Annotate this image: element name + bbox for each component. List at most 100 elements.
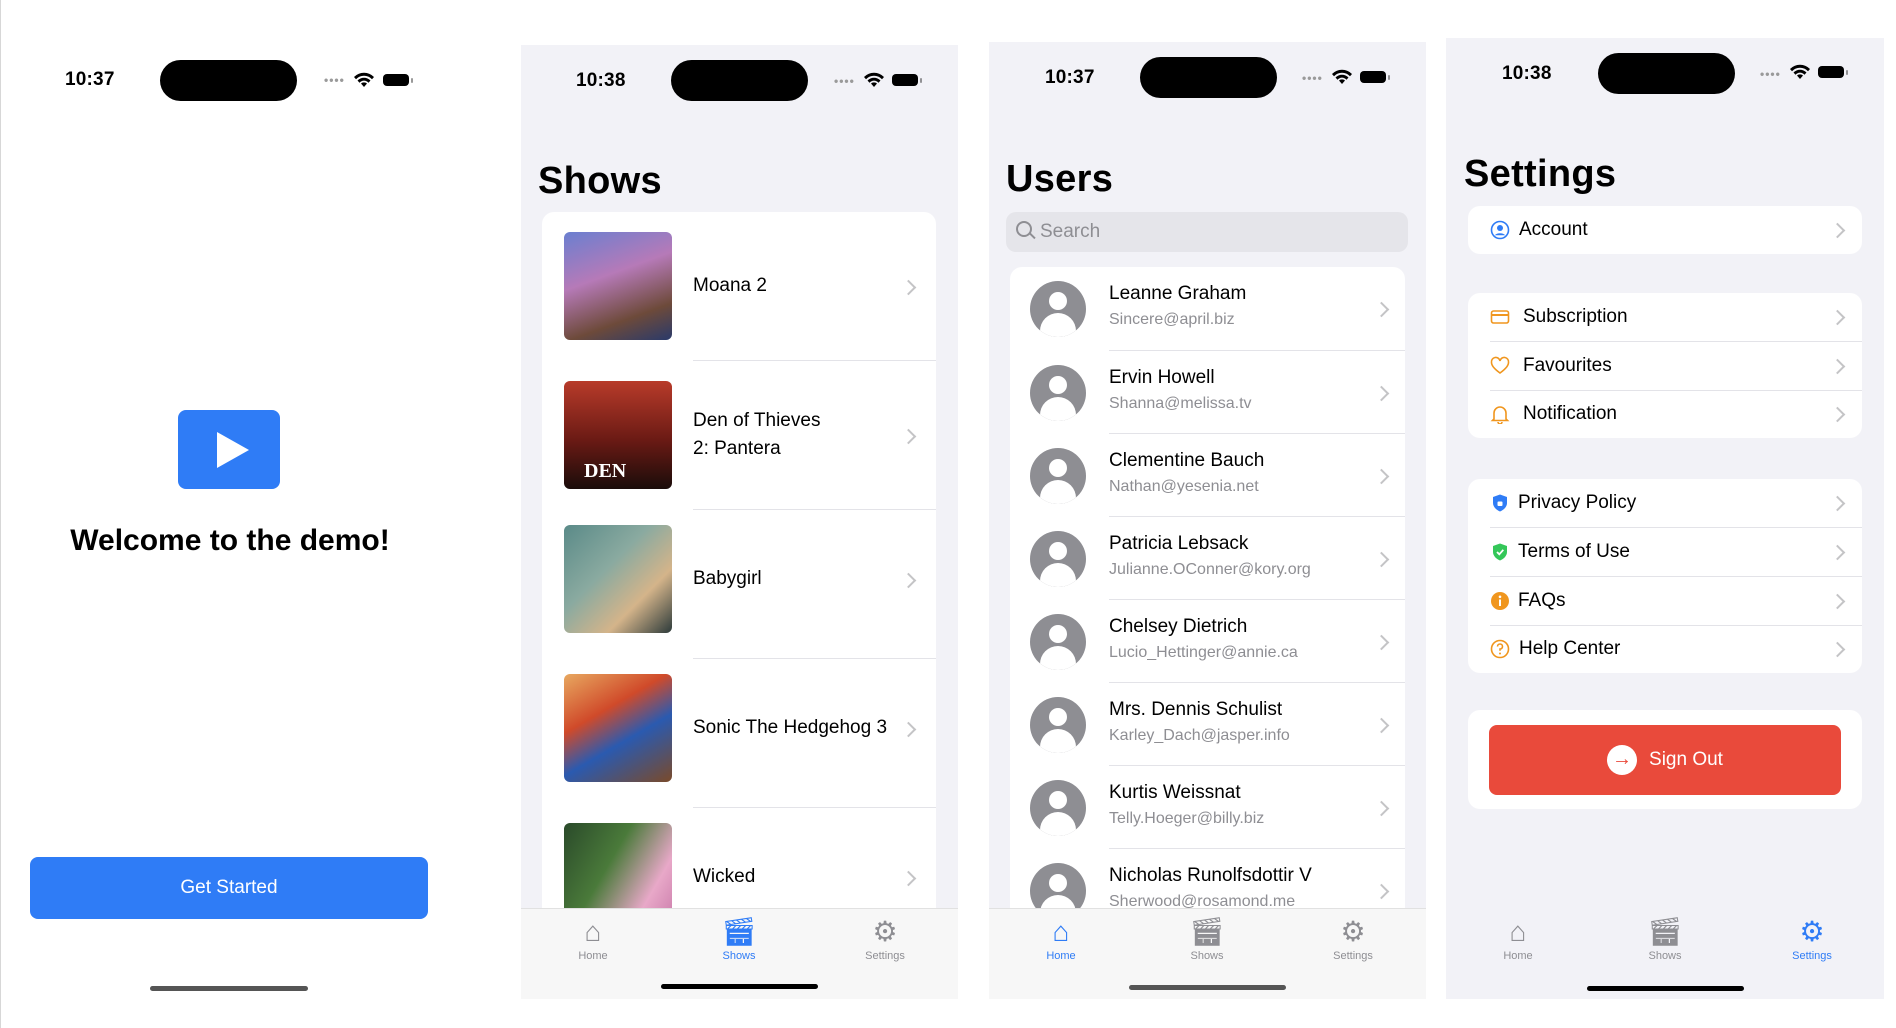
settings-row-terms[interactable]: Terms of Use (1468, 528, 1862, 576)
settings-row-subscription[interactable]: Subscription (1468, 293, 1862, 341)
wifi-icon (1332, 69, 1352, 84)
dynamic-island (671, 60, 808, 101)
bell-icon (1490, 406, 1510, 424)
shows-screen: 10:38 •••• Shows Moana 2 DEN Den of Thie… (521, 45, 958, 999)
chevron-right-icon (1829, 495, 1846, 512)
avatar (1030, 614, 1086, 670)
avatar (1030, 531, 1086, 587)
shows-list: Moana 2 DEN Den of Thieves 2: Pantera Ba… (542, 212, 936, 999)
user-name: Clementine Bauch (1109, 450, 1265, 471)
page-title: Users (1006, 158, 1114, 200)
settings-row-privacy[interactable]: Privacy Policy (1468, 479, 1862, 527)
status-time: 10:38 (576, 70, 626, 91)
battery-icon (892, 74, 922, 86)
status-bar: 10:37 •••• (989, 42, 1426, 122)
list-item[interactable]: Clementine Bauch Nathan@yesenia.net (1010, 434, 1405, 517)
chevron-right-icon (1373, 717, 1390, 734)
tab-home[interactable]: ⌂ Home (543, 915, 643, 962)
chevron-right-icon (1373, 301, 1390, 318)
page-title: Settings (1464, 153, 1617, 195)
list-item[interactable]: Patricia Lebsack Julianne.OConner@kory.o… (1010, 517, 1405, 600)
list-item[interactable]: Moana 2 (542, 212, 936, 361)
get-started-button[interactable]: Get Started (30, 857, 428, 919)
gear-icon: ⚙ (1340, 916, 1366, 947)
list-item[interactable]: Chelsey Dietrich Lucio_Hettinger@annie.c… (1010, 600, 1405, 683)
user-name: Chelsey Dietrich (1109, 616, 1248, 637)
tab-settings[interactable]: ⚙ Settings (1303, 915, 1403, 962)
show-title-line: Den of Thieves (693, 410, 821, 431)
welcome-screen: 10:37 •••• Welcome to the demo! Get Star… (0, 0, 458, 1028)
status-bar: 10:38 •••• (1446, 38, 1884, 118)
list-item[interactable]: Babygirl (542, 510, 936, 659)
tab-shows[interactable]: 🎬︎ Shows (1615, 915, 1715, 962)
status-time: 10:37 (1045, 67, 1095, 88)
settings-screen: 10:38 •••• Settings Account Subscription… (1446, 38, 1884, 999)
arrow-right-circle-icon (1607, 745, 1638, 775)
users-list: Leanne Graham Sincere@april.biz Ervin Ho… (1010, 267, 1405, 967)
dynamic-island (1598, 53, 1735, 94)
show-title: Wicked (693, 866, 756, 887)
tab-shows[interactable]: 🎬︎ Shows (1157, 915, 1257, 962)
list-item[interactable]: Ervin Howell Shanna@melissa.tv (1010, 351, 1405, 434)
settings-row-label: Account (1519, 219, 1588, 240)
home-indicator (661, 984, 818, 989)
list-item[interactable]: Mrs. Dennis Schulist Karley_Dach@jasper.… (1010, 683, 1405, 766)
welcome-heading: Welcome to the demo! (70, 524, 390, 557)
home-indicator (1587, 986, 1744, 991)
chevron-right-icon (1373, 551, 1390, 568)
status-time: 10:38 (1502, 63, 1552, 84)
gear-icon: ⚙ (872, 916, 898, 947)
avatar (1030, 365, 1086, 421)
chevron-right-icon (1829, 593, 1846, 610)
status-time: 10:37 (65, 69, 115, 90)
show-title: Babygirl (693, 568, 762, 589)
search-field[interactable]: Search (1006, 212, 1408, 252)
question-circle-icon (1490, 639, 1510, 659)
tab-settings[interactable]: ⚙ Settings (835, 915, 935, 962)
poster-image (564, 674, 672, 782)
wifi-icon (1790, 64, 1810, 79)
battery-icon (1360, 71, 1390, 83)
tab-home[interactable]: ⌂ Home (1011, 915, 1111, 962)
settings-row-account[interactable]: Account (1468, 206, 1862, 254)
chevron-right-icon (1829, 309, 1846, 326)
chevron-right-icon (900, 428, 917, 445)
list-item[interactable]: Leanne Graham Sincere@april.biz (1010, 267, 1405, 350)
credit-card-icon (1490, 310, 1510, 324)
user-email: Sincere@april.biz (1109, 311, 1235, 328)
tab-label: Shows (1648, 950, 1682, 962)
poster-lettering: DEN (584, 460, 627, 482)
chevron-right-icon (1373, 385, 1390, 402)
user-email: Shanna@melissa.tv (1109, 395, 1252, 412)
settings-row-faqs[interactable]: FAQs (1468, 577, 1862, 625)
search-icon (1016, 221, 1032, 237)
house-icon: ⌂ (1509, 916, 1527, 947)
tab-settings[interactable]: ⚙ Settings (1762, 915, 1862, 962)
sign-out-button[interactable]: Sign Out (1489, 725, 1841, 795)
user-name: Patricia Lebsack (1109, 533, 1249, 554)
home-indicator (150, 986, 308, 991)
settings-row-help[interactable]: Help Center (1468, 625, 1862, 673)
list-item[interactable]: Sonic The Hedgehog 3 (542, 659, 936, 808)
show-title: Den of Thieves 2: Pantera (693, 407, 820, 463)
settings-group: Subscription Favourites Notification (1468, 293, 1862, 438)
user-email: Nathan@yesenia.net (1109, 478, 1259, 495)
user-name: Nicholas Runolfsdottir V (1109, 865, 1312, 886)
chevron-right-icon (900, 279, 917, 296)
chevron-right-icon (900, 572, 917, 589)
status-bar: 10:38 •••• (521, 45, 958, 125)
gear-icon: ⚙ (1799, 916, 1825, 947)
search-placeholder: Search (1040, 221, 1101, 242)
home-indicator (1129, 985, 1286, 990)
status-bar: 10:37 •••• (1, 0, 458, 101)
user-name: Ervin Howell (1109, 367, 1215, 388)
list-item[interactable]: Kurtis Weissnat Telly.Hoeger@billy.biz (1010, 766, 1405, 849)
tab-home[interactable]: ⌂ Home (1468, 915, 1568, 962)
settings-row-favourites[interactable]: Favourites (1468, 342, 1862, 390)
tab-shows[interactable]: 🎬︎ Shows (689, 915, 789, 962)
chevron-right-icon (1373, 634, 1390, 651)
show-title-line: 2: Pantera (693, 438, 781, 459)
settings-row-notification[interactable]: Notification (1468, 390, 1862, 438)
list-item[interactable]: DEN Den of Thieves 2: Pantera (542, 361, 936, 510)
wifi-icon (864, 72, 884, 87)
